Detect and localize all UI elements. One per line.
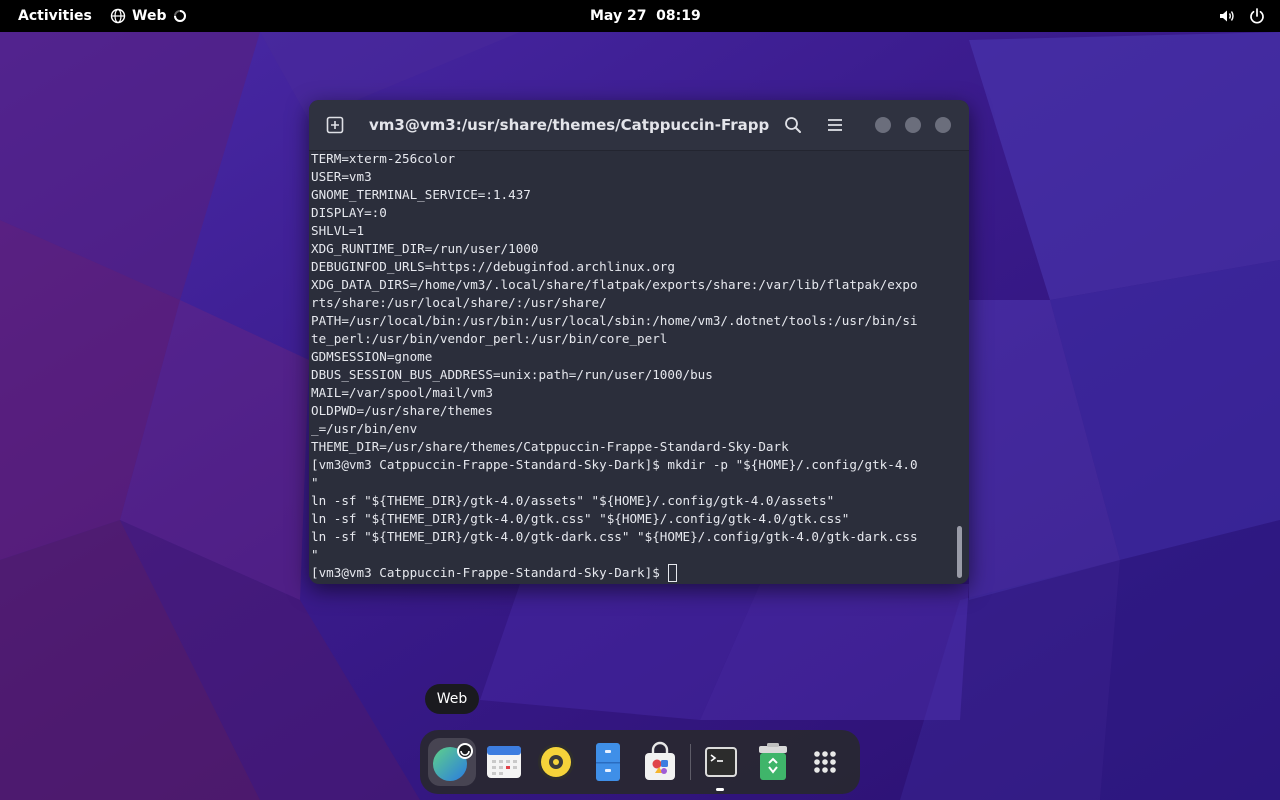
system-tray[interactable] [1218,4,1266,28]
search-icon[interactable] [783,115,803,135]
terminal-line: rts/share:/usr/local/share/:/usr/share/ [311,295,607,310]
terminal-icon [705,747,737,777]
app-menu-label: Web [132,8,167,24]
terminal-line: XDG_RUNTIME_DIR=/run/user/1000 [311,241,539,256]
dock-calendar[interactable] [480,738,528,786]
terminal-line: " [311,475,319,490]
terminal-cursor [668,564,678,582]
terminal-line: DISPLAY=:0 [311,205,387,220]
new-tab-icon[interactable] [325,115,345,135]
terminal-line: OLDPWD=/usr/share/themes [311,403,493,418]
dock-show-apps[interactable] [801,738,849,786]
clock-date-time[interactable]: May 27 08:19 [590,4,701,28]
terminal-headerbar[interactable]: vm3@vm3:/usr/share/themes/Catppuccin-Fra… [309,100,969,151]
dock-separator [690,744,691,780]
loading-spinner-icon [174,10,187,22]
terminal-line: te_perl:/usr/bin/vendor_perl:/usr/bin/co… [311,331,668,346]
terminal-line: DEBUGINFOD_URLS=https://debuginfod.archl… [311,259,675,274]
terminal-line: ln -sf "${THEME_DIR}/gtk-4.0/gtk-dark.cs… [311,529,918,544]
terminal-line: USER=vm3 [311,169,372,184]
terminal-line: _=/usr/bin/env [311,421,418,436]
terminal-line: TERM=xterm-256color [311,151,456,166]
activities-button[interactable]: Activities [8,4,102,28]
dock-files[interactable] [584,738,632,786]
minimize-button[interactable] [875,117,891,133]
file-cabinet-icon [596,743,620,781]
dock [420,730,860,794]
dock-tooltip: Web [425,684,479,714]
terminal-line: MAIL=/var/spool/mail/vm3 [311,385,493,400]
calendar-icon [487,746,521,778]
dock-music-player[interactable] [532,738,580,786]
terminal-title: vm3@vm3:/usr/share/themes/Catppuccin-Fra… [369,116,769,134]
terminal-line: THEME_DIR=/usr/share/themes/Catppuccin-F… [311,439,789,454]
terminal-line: ln -sf "${THEME_DIR}/gtk-4.0/gtk.css" "$… [311,511,850,526]
dock-trash[interactable] [749,738,797,786]
terminal-window[interactable]: vm3@vm3:/usr/share/themes/Catppuccin-Fra… [309,100,969,584]
terminal-scrollbar[interactable] [957,526,962,578]
music-player-icon [538,744,574,780]
hamburger-menu-icon[interactable] [825,115,845,135]
terminal-line: GDMSESSION=gnome [311,349,433,364]
terminal-output[interactable]: TERM=xterm-256color USER=vm3 GNOME_TERMI… [311,150,956,582]
dock-software-center[interactable] [636,738,684,786]
terminal-line: ln -sf "${THEME_DIR}/gtk-4.0/assets" "${… [311,493,835,508]
terminal-line: " [311,547,319,562]
running-indicator [716,788,724,791]
volume-icon[interactable] [1218,7,1236,25]
app-grid-icon [814,751,836,773]
web-browser-icon [433,743,473,781]
terminal-prompt: [vm3@vm3 Catppuccin-Frappe-Standard-Sky-… [311,565,668,580]
terminal-line: SHLVL=1 [311,223,365,238]
top-bar: Activities Web May 27 08:19 [0,0,1280,32]
globe-icon [110,8,126,24]
terminal-line: GNOME_TERMINAL_SERVICE=:1.437 [311,187,531,202]
close-button[interactable] [935,117,951,133]
maximize-button[interactable] [905,117,921,133]
terminal-line: XDG_DATA_DIRS=/home/vm3/.local/share/fla… [311,277,918,292]
terminal-prompt-line[interactable]: [vm3@vm3 Catppuccin-Frappe-Standard-Sky-… [311,564,956,582]
terminal-line: PATH=/usr/local/bin:/usr/bin:/usr/local/… [311,313,918,328]
app-menu-button[interactable]: Web [104,4,192,28]
dock-web-browser[interactable] [428,738,476,786]
power-icon[interactable] [1248,7,1266,25]
shopping-bag-icon [645,741,675,780]
terminal-line: DBUS_SESSION_BUS_ADDRESS=unix:path=/run/… [311,367,713,382]
dock-terminal[interactable] [697,738,745,786]
terminal-line: [vm3@vm3 Catppuccin-Frappe-Standard-Sky-… [311,457,918,472]
recycle-bin-icon [759,743,787,780]
